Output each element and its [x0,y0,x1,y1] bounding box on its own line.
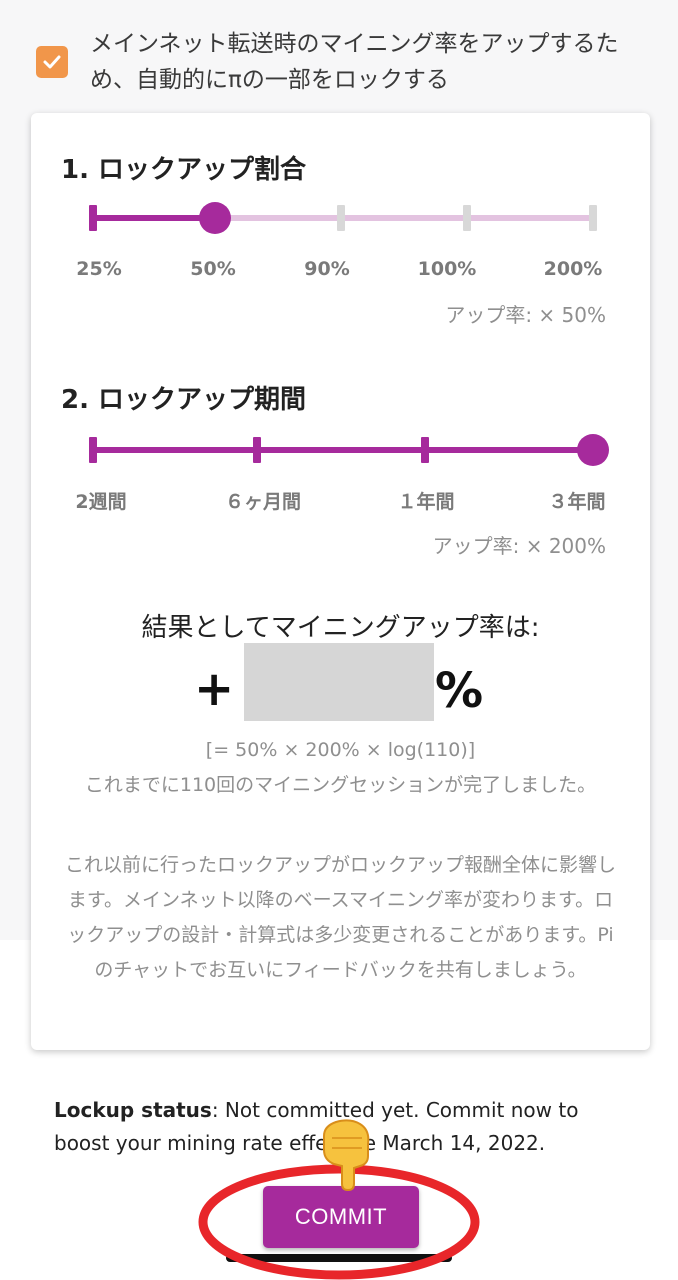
period-rate-text: アップ率: × 200% [432,534,606,558]
percent-sign: % [435,663,484,719]
ratio-rate-text: アップ率: × 50% [445,303,606,327]
period-label-2w[interactable]: 2週間 [75,487,126,514]
ratio-track-active [89,215,214,221]
sessions-text: これまでに110回のマイニングセッションが完了しました。 [84,774,597,796]
ratio-tick-25[interactable] [89,205,97,231]
pointing-hand-icon [323,1119,370,1192]
period-track-active [89,447,594,453]
check-icon [43,55,61,69]
result-heading: 結果としてマイニングアップ率は: [141,613,540,643]
period-label-1y[interactable]: １年間 [397,487,454,514]
ratio-label-25[interactable]: 25% [76,258,121,280]
ratio-tick-200[interactable] [589,205,597,231]
ratio-section-title: 1. ロックアップ割合 [61,155,307,185]
ratio-label-100[interactable]: 100% [418,258,477,280]
period-section-title: 2. ロックアップ期間 [61,385,307,415]
ratio-label-200[interactable]: 200% [544,258,603,280]
period-slider-thumb[interactable] [577,434,609,466]
auto-lockup-checkbox[interactable] [36,46,68,78]
disclaimer-text: これ以前に行ったロックアップがロックアップ報酬全体に影響します。メインネット以降… [64,854,616,981]
period-label-6m[interactable]: ６ヶ月間 [225,487,301,514]
plus-sign: + [194,661,235,717]
ratio-tick-100[interactable] [463,205,471,231]
period-tick-6m[interactable] [253,437,261,463]
ratio-slider[interactable] [89,202,597,234]
period-tick-2w[interactable] [89,437,97,463]
ratio-track-inactive [214,215,594,221]
lockup-settings-card: 1. ロックアップ割合 25% 50% 90% 100% 200% アップ率: … [31,113,650,1050]
period-tick-1y[interactable] [421,437,429,463]
lockup-status-label: Lockup status [54,1098,212,1122]
ratio-label-50[interactable]: 50% [190,258,235,280]
ratio-tick-90[interactable] [337,205,345,231]
masked-result-value [244,643,434,721]
period-slider[interactable] [89,434,609,466]
formula-text: [= 50% × 200% × log(110)] [205,739,476,761]
ratio-label-90[interactable]: 90% [304,258,349,280]
auto-lockup-label: メインネット転送時のマイニング率をアップするため、自動的にπの一部をロックする [90,31,619,93]
ratio-slider-thumb[interactable] [199,202,231,234]
period-label-3y[interactable]: ３年間 [548,487,605,514]
